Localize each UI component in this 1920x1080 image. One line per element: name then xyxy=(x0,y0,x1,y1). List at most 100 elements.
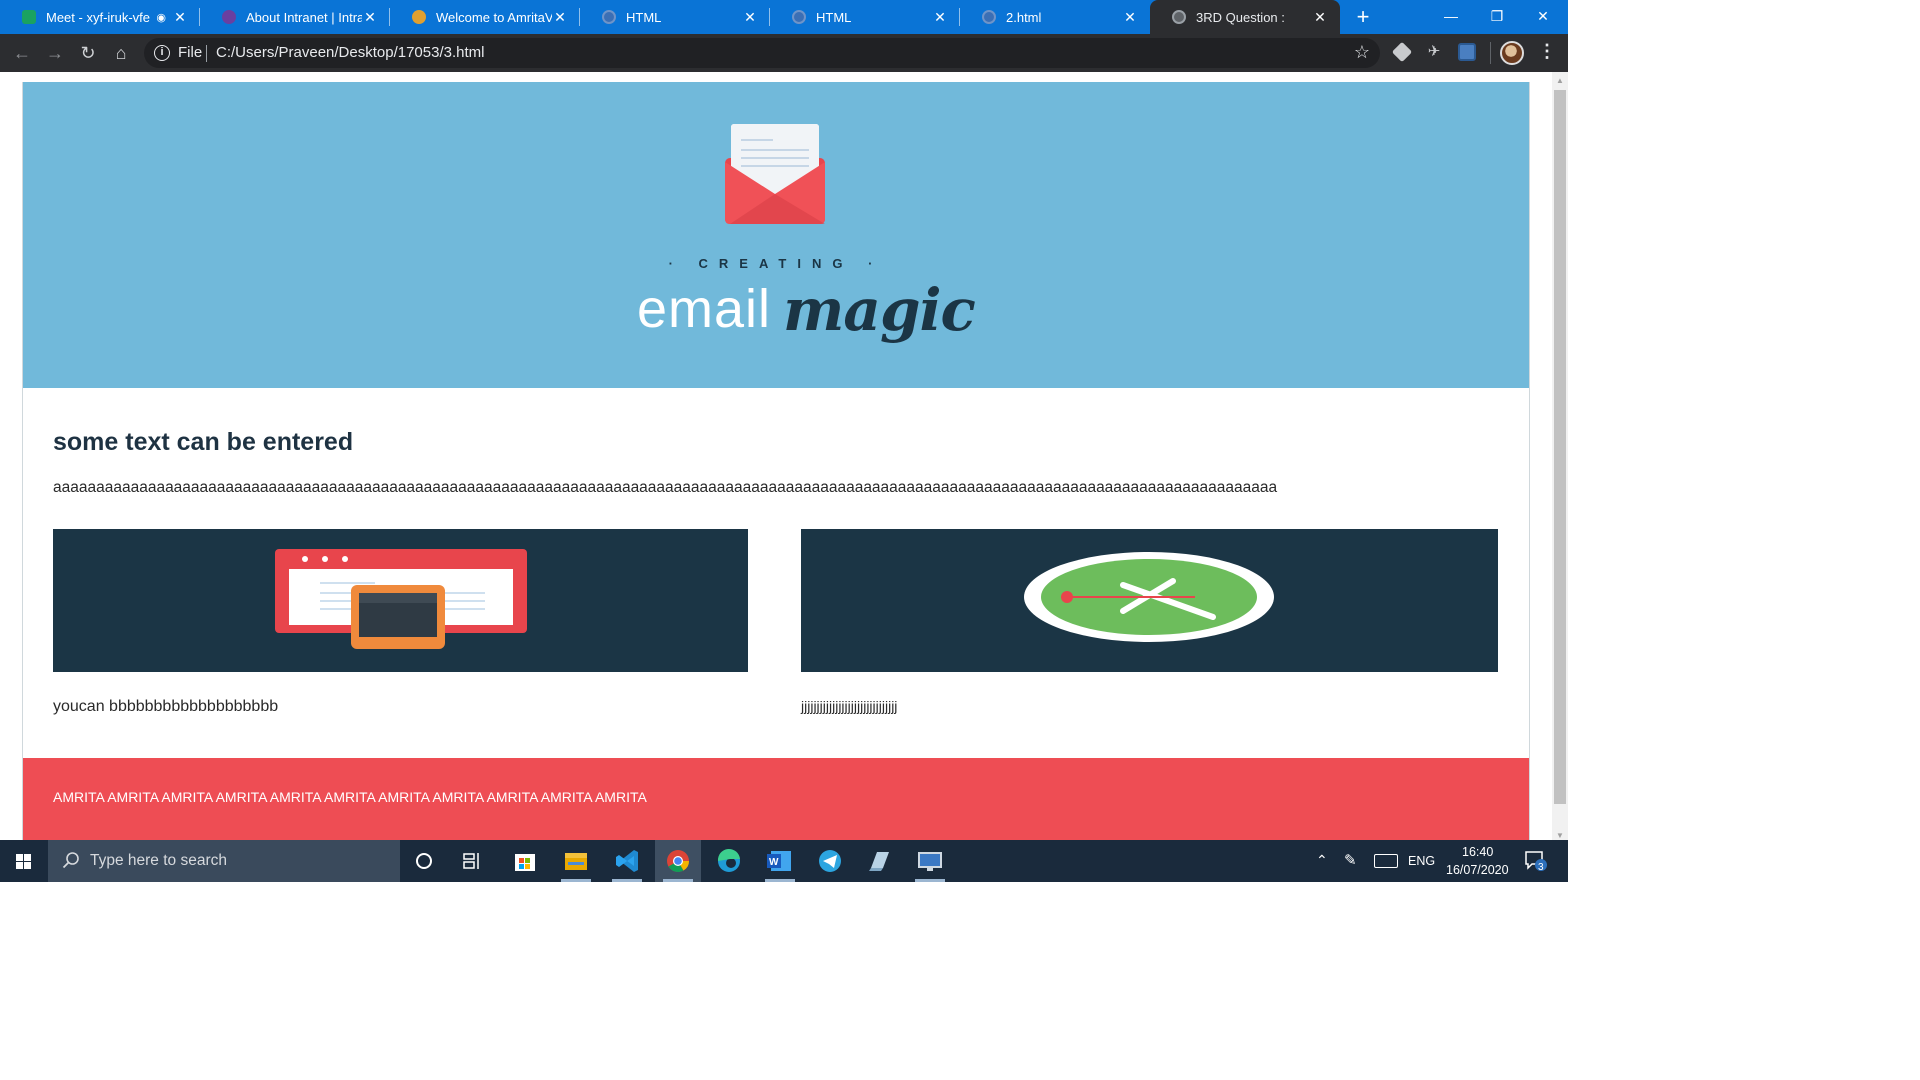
chrome-button[interactable] xyxy=(655,840,701,882)
vertical-scrollbar[interactable]: ▲ ▼ xyxy=(1552,72,1568,840)
remote-desktop-icon xyxy=(918,852,942,871)
logo-word-magic: magic xyxy=(783,276,976,344)
running-indicator xyxy=(663,879,693,882)
running-indicator xyxy=(915,879,945,882)
tab-title: HTML xyxy=(626,9,662,25)
extension-bird-icon[interactable]: ✈ xyxy=(1425,43,1443,61)
tab-close-icon[interactable]: ✕ xyxy=(1312,9,1328,26)
svg-text:W: W xyxy=(769,857,779,868)
notes-button[interactable] xyxy=(857,840,903,882)
telegram-button[interactable] xyxy=(807,840,853,882)
search-placeholder: Type here to search xyxy=(90,852,227,869)
minimize-button[interactable]: — xyxy=(1428,0,1474,34)
tab-amritavidya[interactable]: Welcome to AmritaVidya ✕ xyxy=(390,0,580,34)
card-image-browser xyxy=(53,529,748,672)
new-tab-button[interactable]: + xyxy=(1352,4,1374,30)
recording-indicator-icon: ◉ xyxy=(156,11,166,24)
toolbar-divider xyxy=(1490,42,1491,64)
scheme-label: File xyxy=(178,44,203,61)
globe-favicon-icon xyxy=(982,10,996,24)
cortana-button[interactable] xyxy=(401,840,447,882)
tab-close-icon[interactable]: ✕ xyxy=(932,9,948,26)
tab-title: About Intranet | Intranet xyxy=(246,9,362,25)
home-icon[interactable]: ⌂ xyxy=(110,42,132,64)
tab-close-icon[interactable]: ✕ xyxy=(552,9,568,26)
browser-menu-icon[interactable]: ⋮ xyxy=(1538,41,1556,62)
email-document: · CREATING · email magic some text can b… xyxy=(22,82,1530,840)
file-explorer-button[interactable] xyxy=(553,840,599,882)
notification-count-badge: 3 xyxy=(1538,862,1544,873)
store-button[interactable] xyxy=(502,840,548,882)
globe-favicon-icon xyxy=(1172,10,1186,24)
tab-title: 3RD Question : xyxy=(1196,9,1285,25)
pen-workspace-icon[interactable]: ✎ xyxy=(1344,851,1357,869)
extension-window-icon[interactable] xyxy=(1458,43,1476,61)
notes-icon xyxy=(869,852,889,871)
task-view-icon xyxy=(463,853,479,869)
content-paragraph: aaaaaaaaaaaaaaaaaaaaaaaaaaaaaaaaaaaaaaaa… xyxy=(53,479,1278,496)
card-caption-2: jjjjjjjjjjjjjjjjjjjjjjjjjjjjjjj xyxy=(801,698,898,714)
tab-close-icon[interactable]: ✕ xyxy=(362,9,378,26)
omnibox-divider xyxy=(206,45,207,62)
search-icon xyxy=(62,852,79,869)
scroll-up-arrow-icon[interactable]: ▲ xyxy=(1556,76,1564,85)
task-view-button[interactable] xyxy=(450,840,496,882)
tab-close-icon[interactable]: ✕ xyxy=(1122,9,1138,26)
running-indicator xyxy=(561,879,591,882)
remote-desktop-button[interactable] xyxy=(907,840,953,882)
tab-3rd-question[interactable]: 3RD Question : ✕ xyxy=(1150,0,1340,34)
language-indicator[interactable]: ENG xyxy=(1408,854,1435,868)
meet-favicon-icon xyxy=(22,10,36,24)
forward-arrow-icon[interactable]: → xyxy=(44,42,66,64)
tab-title: Meet - xyf-iruk-vfe xyxy=(46,9,151,25)
reload-icon[interactable]: ↻ xyxy=(77,42,99,64)
edge-icon xyxy=(717,848,740,872)
bookmark-star-icon[interactable]: ☆ xyxy=(1354,42,1370,63)
clock-date[interactable]: 16/07/2020 xyxy=(1446,863,1509,877)
tab-strip: Meet - xyf-iruk-vfe ◉ ✕ About Intranet |… xyxy=(0,0,1568,34)
back-arrow-icon[interactable]: ← xyxy=(11,42,33,64)
url-text[interactable]: C:/Users/Praveen/Desktop/17053/3.html xyxy=(216,44,484,61)
profile-avatar[interactable] xyxy=(1500,41,1524,65)
word-button[interactable]: W xyxy=(757,840,803,882)
logo-tagline: · CREATING · xyxy=(668,256,884,271)
browser-tablet-icon xyxy=(275,549,527,649)
restore-button[interactable]: ❐ xyxy=(1474,0,1520,34)
edge-button[interactable] xyxy=(706,840,752,882)
content-heading: some text can be entered xyxy=(53,428,354,456)
browser-toolbar: ← → ↻ ⌂ i File C:/Users/Praveen/Desktop/… xyxy=(0,34,1568,72)
tab-close-icon[interactable]: ✕ xyxy=(172,9,188,26)
address-bar[interactable]: i File C:/Users/Praveen/Desktop/17053/3.… xyxy=(144,38,1380,68)
file-explorer-icon xyxy=(565,853,587,870)
close-window-button[interactable]: ✕ xyxy=(1520,0,1566,34)
clock-time[interactable]: 16:40 xyxy=(1462,845,1493,859)
extension-cube-icon[interactable] xyxy=(1391,41,1413,63)
globe-favicon-icon xyxy=(602,10,616,24)
action-center-icon[interactable] xyxy=(1524,850,1548,872)
running-indicator xyxy=(765,879,795,882)
site-info-icon[interactable]: i xyxy=(154,45,170,61)
scroll-thumb[interactable] xyxy=(1554,90,1566,804)
touch-keyboard-icon[interactable] xyxy=(1374,854,1398,868)
logo-word-email: email xyxy=(637,279,772,339)
tab-title: HTML xyxy=(816,9,852,25)
show-hidden-icons-icon[interactable]: ⌃ xyxy=(1316,852,1328,869)
hero-banner: · CREATING · email magic xyxy=(23,82,1529,388)
taskbar-search-box[interactable]: Type here to search xyxy=(48,840,400,882)
card-image-clock xyxy=(801,529,1498,672)
tab-html-1[interactable]: HTML ✕ xyxy=(580,0,770,34)
store-icon xyxy=(515,854,535,871)
card-caption-1: youcan bbbbbbbbbbbbbbbbbbb xyxy=(53,698,279,715)
scroll-down-arrow-icon[interactable]: ▼ xyxy=(1556,831,1564,840)
tab-html-2[interactable]: HTML ✕ xyxy=(770,0,960,34)
vscode-button[interactable] xyxy=(604,840,650,882)
telegram-icon xyxy=(819,850,841,872)
tab-close-icon[interactable]: ✕ xyxy=(742,9,758,26)
tab-intranet[interactable]: About Intranet | Intranet ✕ xyxy=(200,0,390,34)
tab-title: 2.html xyxy=(1006,9,1042,25)
word-icon: W xyxy=(767,851,791,871)
start-button[interactable] xyxy=(0,840,48,882)
tab-2-html[interactable]: 2.html ✕ xyxy=(960,0,1150,34)
tab-meet[interactable]: Meet - xyf-iruk-vfe ◉ ✕ xyxy=(0,0,200,34)
footer-text: AMRITA AMRITA AMRITA AMRITA AMRITA AMRIT… xyxy=(53,789,647,805)
